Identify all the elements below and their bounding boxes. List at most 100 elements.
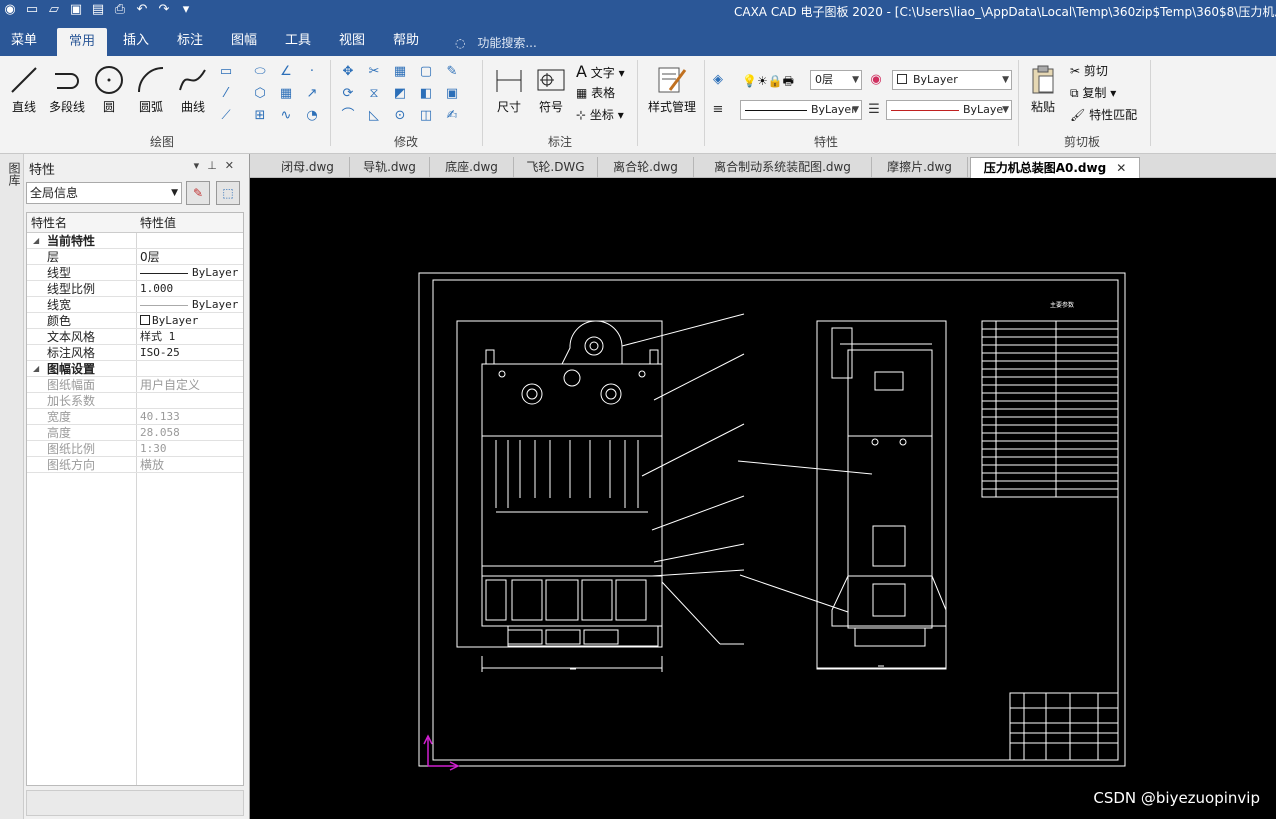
property-row-width[interactable]: 宽度 40.133	[27, 409, 243, 425]
rectangle-icon[interactable]: ▭	[218, 64, 234, 80]
property-row-orientation[interactable]: 图纸方向 横放	[27, 457, 243, 473]
region-icon[interactable]: ◔	[304, 108, 320, 124]
redo-icon[interactable]: ↷	[156, 2, 172, 18]
trim-icon[interactable]: ✂	[366, 64, 382, 80]
doc-tab-active[interactable]: 压力机总装图A0.dwg ✕	[970, 157, 1140, 178]
menu-item-help[interactable]: 帮助	[382, 22, 430, 56]
angle-line-icon[interactable]: ∠	[278, 64, 294, 80]
linewidth-select[interactable]: ByLaye ▼	[886, 100, 1012, 120]
linetype-select[interactable]: ByLayer ▼	[740, 100, 862, 120]
doc-tab[interactable]: 离合制动系统装配图.dwg	[694, 157, 872, 178]
spline-icon[interactable]: ∿	[278, 108, 294, 124]
doc-tab[interactable]: 底座.dwg	[430, 157, 514, 178]
color-select[interactable]: ByLayer ▼	[892, 70, 1012, 90]
library-side-tab[interactable]: 图库	[0, 154, 24, 819]
arc-button[interactable]: 圆弧	[134, 64, 168, 115]
doc-tab[interactable]: 导轨.dwg	[350, 157, 430, 178]
menu-item-insert[interactable]: 插入	[112, 22, 160, 56]
property-row-linetype-scale[interactable]: 线型比例 1.000	[27, 281, 243, 297]
edit-icon[interactable]: ✍	[444, 108, 460, 124]
property-row-dim-style[interactable]: 标注风格 ISO-25	[27, 345, 243, 361]
text-button[interactable]: A 文字 ▾	[576, 62, 625, 81]
quick-select-button[interactable]: ✎	[186, 181, 210, 205]
parallel-line-icon[interactable]: ⁄	[218, 86, 234, 102]
dimension-button[interactable]: 尺寸	[490, 64, 528, 115]
linetype-icon[interactable]: ≡	[710, 102, 726, 118]
paste-button[interactable]: 粘贴	[1024, 64, 1062, 115]
close-icon[interactable]: ✕	[225, 159, 242, 172]
offset-icon[interactable]: ▢	[418, 64, 434, 80]
point-icon[interactable]: ·	[304, 64, 320, 80]
chevron-down-icon[interactable]: ▾	[194, 159, 208, 172]
mirror-icon[interactable]: ⧖	[366, 86, 382, 102]
property-row-layer[interactable]: 层 0层	[27, 249, 243, 265]
menu-item-main[interactable]: 菜单	[0, 22, 48, 56]
menu-item-sheet[interactable]: 图幅	[220, 22, 268, 56]
property-row-linetype[interactable]: 线型 ByLayer	[27, 265, 243, 281]
property-row-color[interactable]: 颜色 ByLayer	[27, 313, 243, 329]
menu-item-annotate[interactable]: 标注	[166, 22, 214, 56]
explode-icon[interactable]: ▣	[444, 86, 460, 102]
color-wheel-icon[interactable]: ◉	[868, 72, 884, 88]
layer-select[interactable]: 0层 ▼	[810, 70, 862, 90]
style-manager-button[interactable]: 样式管理	[644, 64, 700, 115]
property-row-text-style[interactable]: 文本风格 样式 1	[27, 329, 243, 345]
polygon-icon[interactable]: ⬡	[252, 86, 268, 102]
object-selector[interactable]: 全局信息 ▼	[26, 182, 182, 204]
feature-search[interactable]: ◌ 功能搜索...	[455, 34, 537, 51]
menu-item-common[interactable]: 常用	[57, 28, 107, 56]
customize-dropdown-icon[interactable]: ▾	[178, 2, 194, 18]
centerline-icon[interactable]: ⟋	[218, 108, 234, 124]
save-all-icon[interactable]: ▤	[90, 2, 106, 18]
hatch-icon[interactable]: ▦	[278, 86, 294, 102]
table-button[interactable]: ▦ 表格	[576, 84, 615, 101]
coordinate-button[interactable]: ⊹ 坐标 ▾	[576, 106, 624, 123]
cut-button[interactable]: ✂ 剪切	[1070, 62, 1108, 79]
pin-icon[interactable]: ⊥	[207, 159, 225, 172]
property-row-height[interactable]: 高度 28.058	[27, 425, 243, 441]
doc-tab[interactable]: 摩擦片.dwg	[872, 157, 968, 178]
doc-tab[interactable]: 飞轮.DWG	[514, 157, 598, 178]
layer-tools-icon[interactable]: ◈	[710, 72, 726, 88]
pointer-icon[interactable]: ↗	[304, 86, 320, 102]
ellipse-icon[interactable]: ⬭	[252, 64, 268, 80]
move-icon[interactable]: ✥	[340, 64, 356, 80]
extend-icon[interactable]: ◫	[418, 108, 434, 124]
property-row-linewidth[interactable]: 线宽 ByLayer	[27, 297, 243, 313]
section-sheet-settings[interactable]: ◢ 图幅设置	[27, 361, 243, 377]
block-icon[interactable]: ⊞	[252, 108, 268, 124]
doc-tab[interactable]: 闭母.dwg	[266, 157, 350, 178]
menu-item-tools[interactable]: 工具	[274, 22, 322, 56]
save-icon[interactable]: ▣	[68, 2, 84, 18]
array-icon[interactable]: ▦	[392, 64, 408, 80]
polyline-button[interactable]: 多段线	[46, 64, 88, 115]
rotate-icon[interactable]: ⟳	[340, 86, 356, 102]
chamfer-icon[interactable]: ◺	[366, 108, 382, 124]
erase-icon[interactable]: ✎	[444, 64, 460, 80]
print-icon[interactable]: ⎙	[112, 2, 128, 18]
app-icon[interactable]: ◉	[2, 2, 18, 18]
copy-button[interactable]: ⧉ 复制 ▾	[1070, 84, 1116, 101]
undo-icon[interactable]: ↶	[134, 2, 150, 18]
property-row-sheet-scale[interactable]: 图纸比例 1:30	[27, 441, 243, 457]
circle-button[interactable]: 圆	[92, 64, 126, 115]
symbol-button[interactable]: 符号	[534, 64, 568, 115]
close-tab-icon[interactable]: ✕	[1116, 161, 1126, 175]
line-button[interactable]: 直线	[6, 64, 42, 115]
property-row-extension-factor[interactable]: 加长系数	[27, 393, 243, 409]
select-objects-button[interactable]: ⬚	[216, 181, 240, 205]
scale-icon[interactable]: ◩	[392, 86, 408, 102]
stretch-icon[interactable]: ◧	[418, 86, 434, 102]
menu-item-view[interactable]: 视图	[328, 22, 376, 56]
match-properties-button[interactable]: 🖌 特性匹配	[1070, 106, 1137, 123]
collapse-icon[interactable]: ◢	[33, 233, 39, 249]
curve-button[interactable]: 曲线	[176, 64, 210, 115]
linewidth-icon[interactable]: ☰	[866, 102, 882, 118]
break-icon[interactable]: ⊙	[392, 108, 408, 124]
open-file-icon[interactable]: ▱	[46, 2, 62, 18]
section-current-properties[interactable]: ◢ 当前特性	[27, 233, 243, 249]
drawing-canvas[interactable]: 主要参数 CSDN @biyezuopinvip	[250, 178, 1276, 819]
new-file-icon[interactable]: ▭	[24, 2, 40, 18]
collapse-icon[interactable]: ◢	[33, 361, 39, 377]
property-row-sheet-size[interactable]: 图纸幅面 用户自定义	[27, 377, 243, 393]
